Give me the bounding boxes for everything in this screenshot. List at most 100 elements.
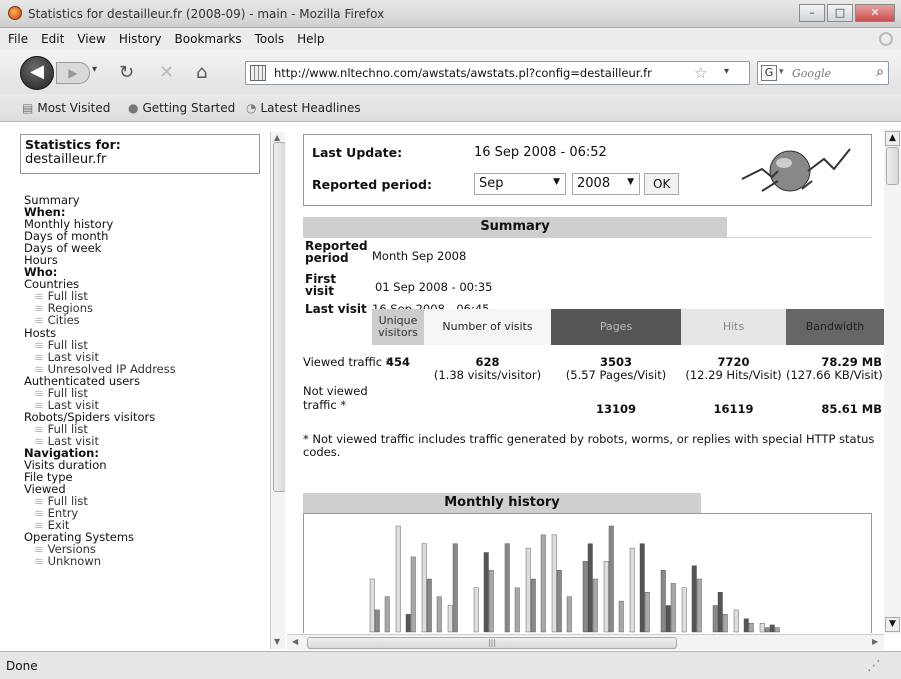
chart-bar bbox=[665, 605, 671, 633]
chart-bar bbox=[722, 614, 728, 633]
chart-bar bbox=[410, 556, 416, 633]
search-engine-icon[interactable]: G bbox=[761, 65, 777, 81]
chart-bar bbox=[608, 525, 614, 633]
reported-period-row-value: Month Sep 2008 bbox=[372, 249, 467, 263]
monthly-history-chart bbox=[369, 525, 780, 633]
scroll-right-icon[interactable]: ▶ bbox=[872, 637, 878, 646]
viewed-unique-visitors: 454 bbox=[385, 355, 410, 369]
maximize-button[interactable]: □ bbox=[827, 4, 853, 22]
menu-help[interactable]: Help bbox=[289, 28, 329, 46]
awstats-logo bbox=[741, 148, 851, 192]
scroll-up-icon[interactable]: ▲ bbox=[274, 133, 280, 142]
sidebar-item[interactable]: Unresolved IP Address bbox=[24, 363, 269, 375]
menu-tools[interactable]: Tools bbox=[247, 28, 290, 46]
chart-bar bbox=[405, 614, 411, 633]
chart-bar bbox=[504, 543, 510, 633]
stop-icon[interactable]: ✕ bbox=[159, 62, 174, 83]
chart-bar bbox=[384, 596, 390, 633]
month-select[interactable]: Sep ▼ bbox=[474, 173, 566, 195]
sidebar-item[interactable]: Unknown bbox=[24, 555, 269, 567]
viewed-hits: 7720 bbox=[717, 355, 750, 369]
sidebar-item[interactable]: Full list bbox=[24, 387, 269, 399]
scroll-down-icon[interactable]: ▼ bbox=[274, 637, 280, 646]
close-button[interactable]: ✕ bbox=[855, 4, 895, 22]
chevron-down-icon: ▼ bbox=[627, 177, 634, 187]
reload-icon[interactable]: ↻ bbox=[119, 62, 134, 83]
throbber-icon bbox=[879, 32, 893, 46]
resize-grip-icon[interactable]: ⋰ bbox=[867, 658, 881, 674]
horizontal-scrollbar[interactable]: ◀ ||| ▶ bbox=[287, 634, 884, 650]
menu-file[interactable]: File bbox=[0, 28, 33, 46]
chart-bar bbox=[473, 587, 479, 633]
ok-button[interactable]: OK bbox=[644, 173, 680, 195]
sidebar-item[interactable]: Full list bbox=[24, 339, 269, 351]
scroll-left-icon[interactable]: ◀ bbox=[292, 637, 298, 646]
forward-button[interactable]: ▶ bbox=[56, 62, 90, 84]
home-icon[interactable]: ⌂ bbox=[196, 62, 207, 83]
window-title: Statistics for destailleur.fr (2008-09) … bbox=[28, 7, 385, 21]
bookmark-folder-icon: ▤ bbox=[22, 101, 34, 115]
chart-bar bbox=[696, 578, 702, 633]
left-frame-scrollbar[interactable]: ▲ ▼ bbox=[270, 132, 285, 649]
history-dropdown-icon[interactable]: ▾ bbox=[92, 64, 97, 75]
year-select[interactable]: 2008 ▼ bbox=[572, 173, 640, 195]
sidebar-item[interactable]: Hours bbox=[24, 254, 269, 266]
bookmark-star-icon[interactable]: ☆ bbox=[694, 64, 707, 82]
chart-bar bbox=[525, 547, 531, 633]
last-visit-label: Last visit bbox=[305, 302, 367, 316]
url-text[interactable]: http://www.nltechno.com/awstats/awstats.… bbox=[274, 66, 652, 80]
sidebar-nav-list: Summary When: Monthly history Days of month… bbox=[24, 194, 269, 567]
chart-bar bbox=[530, 578, 536, 633]
column-number-of-visits: Number of visits bbox=[424, 309, 551, 345]
statistics-for-box: Statistics for: destailleur.fr bbox=[20, 134, 260, 174]
search-icon[interactable]: ⌕ bbox=[876, 64, 884, 80]
chart-bar bbox=[592, 578, 598, 633]
menu-bookmarks[interactable]: Bookmarks bbox=[167, 28, 247, 46]
menu-view[interactable]: View bbox=[69, 28, 110, 46]
menu-edit[interactable]: Edit bbox=[33, 28, 69, 46]
bandwidth-per-visit: (127.66 KB/Visit) bbox=[786, 368, 883, 382]
bookmark-most-visited[interactable]: ▤ Most Visited bbox=[22, 101, 110, 115]
chart-bar bbox=[452, 543, 458, 633]
chart-bar bbox=[540, 534, 546, 633]
url-dropdown-icon[interactable]: ▾ bbox=[724, 66, 729, 77]
sidebar-item[interactable]: Authenticated users bbox=[24, 375, 269, 387]
sidebar-item[interactable]: Days of week bbox=[24, 242, 269, 254]
scrollbar-thumb[interactable] bbox=[886, 147, 899, 185]
chart-bar bbox=[660, 569, 666, 633]
main-frame-scrollbar[interactable]: ▲ ▼ bbox=[884, 129, 901, 634]
horizontal-scrollbar-thumb[interactable]: ||| bbox=[307, 637, 677, 649]
column-hits: Hits bbox=[681, 309, 786, 345]
hits-per-visit: (12.29 Hits/Visit) bbox=[685, 368, 782, 382]
viewed-pages: 3503 bbox=[599, 355, 632, 369]
chevron-down-icon: ▼ bbox=[553, 177, 560, 187]
scroll-down-icon[interactable]: ▼ bbox=[885, 617, 900, 632]
back-button[interactable]: ◀ bbox=[20, 56, 54, 90]
chart-bar bbox=[712, 605, 718, 633]
bookmark-latest-headlines[interactable]: ◔ Latest Headlines bbox=[246, 101, 361, 115]
chart-bar bbox=[426, 578, 432, 633]
search-engine-dropdown-icon[interactable]: ▾ bbox=[779, 67, 784, 77]
chart-bar bbox=[639, 543, 645, 633]
bookmark-getting-started[interactable]: ● Getting Started bbox=[128, 101, 235, 115]
window-controls: – □ ✕ bbox=[799, 4, 895, 22]
sidebar-item[interactable]: Hosts bbox=[24, 326, 269, 339]
search-box[interactable]: G ▾ ⌕ bbox=[757, 61, 889, 85]
sidebar-item[interactable]: Last visit bbox=[24, 351, 269, 363]
minimize-button[interactable]: – bbox=[799, 4, 825, 22]
menu-bar: File Edit View History Bookmarks Tools Help bbox=[0, 28, 901, 50]
scrollbar-thumb[interactable] bbox=[273, 142, 285, 492]
column-unique-visitors: Unique visitors bbox=[372, 309, 424, 345]
menu-history[interactable]: History bbox=[111, 28, 167, 46]
chart-bar bbox=[769, 624, 775, 633]
url-bar[interactable]: http://www.nltechno.com/awstats/awstats.… bbox=[245, 61, 750, 85]
chart-bar bbox=[681, 587, 687, 633]
reported-period-row-label: Reported period bbox=[305, 239, 368, 265]
scroll-up-icon[interactable]: ▲ bbox=[885, 131, 900, 146]
search-input[interactable] bbox=[792, 65, 872, 81]
chart-bar bbox=[691, 565, 697, 633]
chart-bar bbox=[556, 569, 562, 633]
first-visit-value: 01 Sep 2008 - 00:35 bbox=[375, 280, 493, 294]
chart-bar bbox=[488, 569, 494, 633]
sidebar-item[interactable]: Cities bbox=[24, 314, 269, 326]
